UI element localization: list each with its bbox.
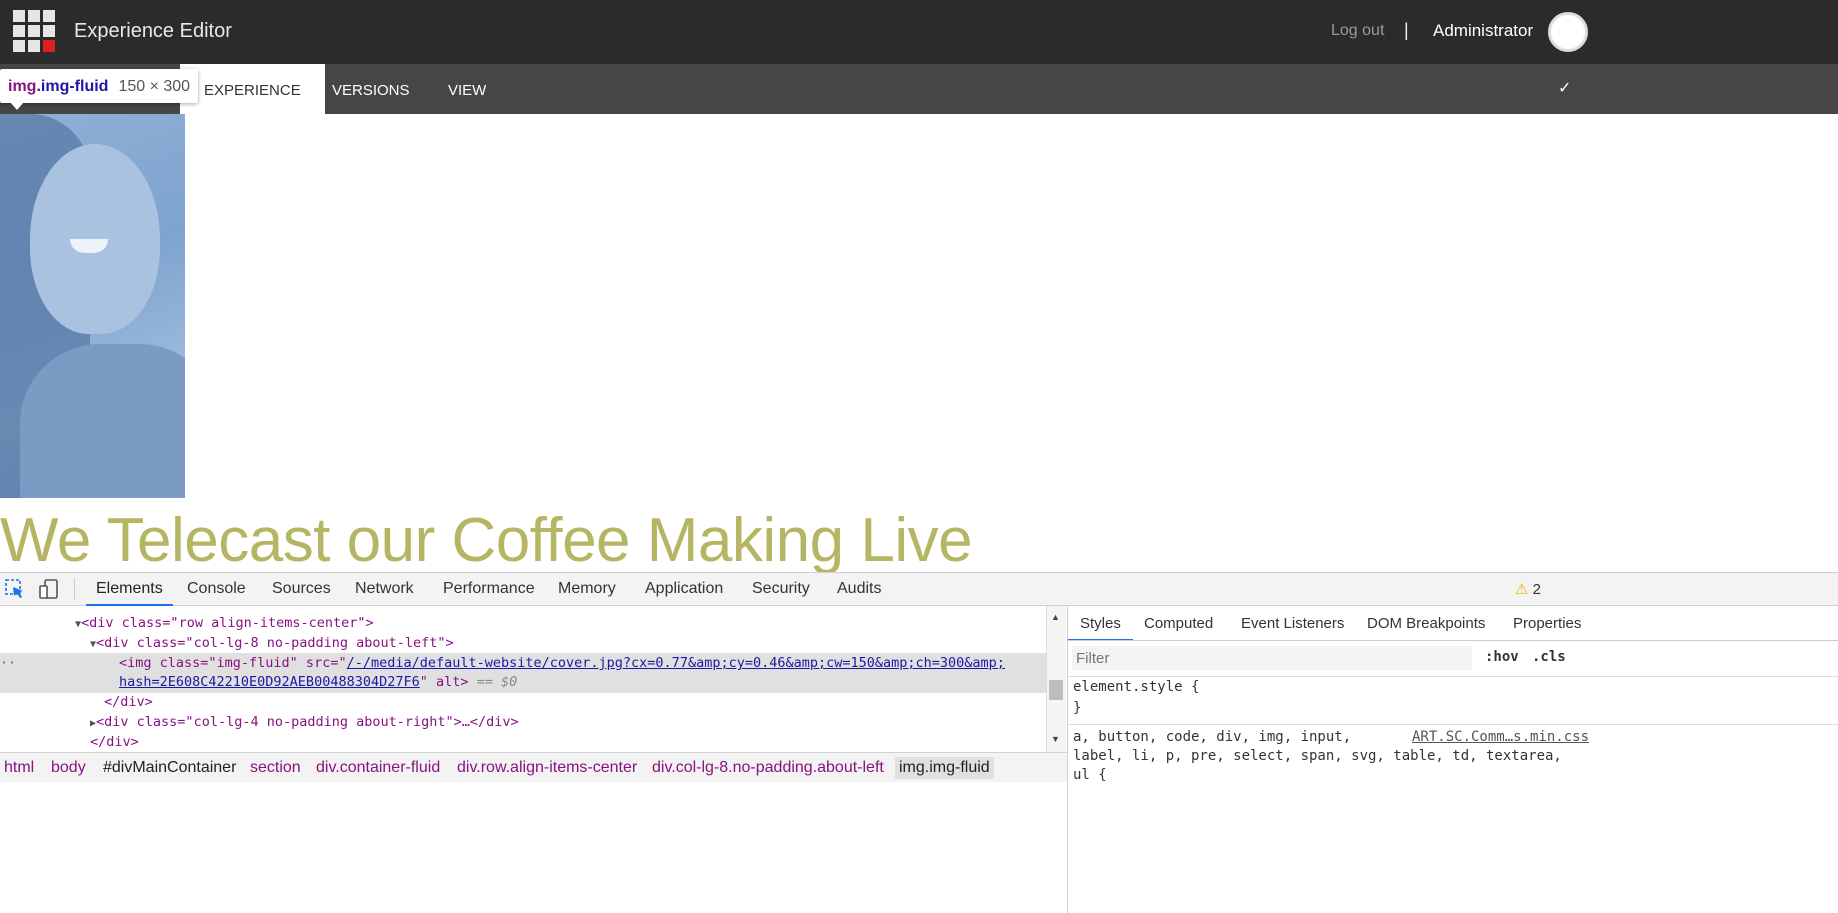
dom-row-div[interactable]: ▼<div class="row align-items-center"> xyxy=(75,613,374,633)
rule-selector-line-3[interactable]: ul { xyxy=(1073,767,1107,783)
warnings-count: 2 xyxy=(1532,581,1541,598)
dom-div-close[interactable]: </div> xyxy=(104,692,153,712)
app-launcher-icon[interactable] xyxy=(13,10,55,52)
tab-audits[interactable]: Audits xyxy=(827,572,891,606)
dom-col8-div[interactable]: ▼<div class="col-lg-8 no-padding about-l… xyxy=(90,633,454,653)
breadcrumb-html[interactable]: html xyxy=(0,757,38,779)
breadcrumb-img[interactable]: img.img-fluid xyxy=(895,757,994,779)
tab-network[interactable]: Network xyxy=(345,572,424,606)
avatar[interactable] xyxy=(1548,12,1588,52)
tab-sources[interactable]: Sources xyxy=(262,572,341,606)
page-headline: We Telecast our Coffee Making Live xyxy=(0,506,973,575)
hero-image xyxy=(0,114,185,498)
scroll-down-icon[interactable]: ▼ xyxy=(1051,734,1060,744)
tab-event-listeners[interactable]: Event Listeners xyxy=(1229,607,1356,641)
warnings-counter[interactable]: ⚠ 2 xyxy=(1515,580,1541,598)
chevron-down-icon[interactable]: ✓ xyxy=(1558,78,1571,98)
element-style-close: } xyxy=(1073,700,1082,716)
tooltip-tag: img xyxy=(8,78,37,95)
tooltip-dimensions: 150 × 300 xyxy=(118,78,191,95)
styles-tab-divider xyxy=(1067,640,1838,641)
rule-selector-line-2[interactable]: label, li, p, pre, select, span, svg, ta… xyxy=(1073,748,1562,764)
rule-source-link[interactable]: ART.SC.Comm…s.min.css xyxy=(1412,729,1589,745)
inspect-element-icon[interactable] xyxy=(4,578,26,600)
logout-link[interactable]: Log out xyxy=(1331,22,1384,40)
inspector-tooltip: img.img-fluid 150 × 300 xyxy=(0,69,199,103)
element-style-open[interactable]: element.style { xyxy=(1073,679,1199,695)
rule-selector-line-1[interactable]: a, button, code, div, img, input, xyxy=(1073,729,1351,745)
tooltip-class: .img-fluid xyxy=(36,78,109,95)
toolbar-divider xyxy=(74,578,75,600)
tab-computed[interactable]: Computed xyxy=(1132,607,1225,641)
user-name[interactable]: Administrator xyxy=(1433,21,1533,41)
tab-memory[interactable]: Memory xyxy=(548,572,626,606)
tab-styles[interactable]: Styles xyxy=(1068,607,1133,641)
tab-versions[interactable]: VERSIONS xyxy=(308,64,434,114)
hov-toggle[interactable]: :hov xyxy=(1485,649,1519,665)
styles-filter-input[interactable] xyxy=(1072,646,1472,670)
dom-div-close-2[interactable]: </div> xyxy=(90,732,139,752)
scroll-up-icon[interactable]: ▲ xyxy=(1051,612,1060,622)
rule-divider-2 xyxy=(1067,724,1838,725)
topbar-separator: | xyxy=(1404,20,1409,40)
breadcrumb-main-container[interactable]: #divMainContainer xyxy=(99,757,240,779)
device-toolbar-icon[interactable] xyxy=(38,578,60,600)
dom-img-line2[interactable]: hash=2E608C42210E0D92AEB00488304D27F6" a… xyxy=(119,672,517,692)
breadcrumb-row[interactable]: div.row.align-items-center xyxy=(453,757,641,779)
breadcrumb-body[interactable]: body xyxy=(47,757,90,779)
tab-console[interactable]: Console xyxy=(177,572,256,606)
tooltip-arrow xyxy=(10,102,24,110)
rule-divider xyxy=(1067,676,1838,677)
tab-experience[interactable]: EXPERIENCE xyxy=(180,64,325,114)
warning-icon: ⚠ xyxy=(1515,581,1529,598)
cls-toggle[interactable]: .cls xyxy=(1532,649,1566,665)
tab-performance[interactable]: Performance xyxy=(433,572,545,606)
app-title: Experience Editor xyxy=(74,20,232,42)
tab-dom-breakpoints[interactable]: DOM Breakpoints xyxy=(1355,607,1497,641)
dom-col4-div[interactable]: ▶<div class="col-lg-4 no-padding about-r… xyxy=(90,712,519,732)
breadcrumb-section[interactable]: section xyxy=(246,757,305,779)
dom-img-line1[interactable]: <img class="img-fluid" src="/-/media/def… xyxy=(119,653,1005,673)
tab-application[interactable]: Application xyxy=(635,572,733,606)
tab-properties[interactable]: Properties xyxy=(1501,607,1593,641)
dom-ellipsis-icon: ·· xyxy=(0,655,17,671)
scroll-thumb[interactable] xyxy=(1049,680,1063,700)
tab-security[interactable]: Security xyxy=(742,572,820,606)
breadcrumb-container-fluid[interactable]: div.container-fluid xyxy=(312,757,444,779)
tab-view[interactable]: VIEW xyxy=(424,64,510,114)
tab-elements[interactable]: Elements xyxy=(86,572,173,606)
breadcrumb-col-lg-8[interactable]: div.col-lg-8.no-padding.about-left xyxy=(648,757,888,779)
elements-scrollbar[interactable] xyxy=(1046,606,1066,752)
